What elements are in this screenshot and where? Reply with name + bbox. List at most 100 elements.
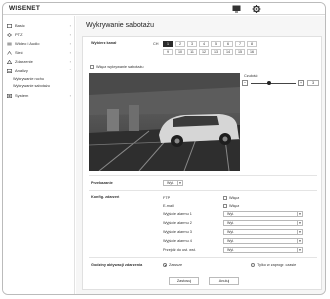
schedule-always-radio[interactable] bbox=[163, 263, 167, 267]
sidebar-item-label: System bbox=[15, 93, 29, 98]
channel-button-5[interactable]: 5 bbox=[211, 41, 221, 47]
chevron-down-icon: ▼ bbox=[177, 181, 182, 186]
duration-select[interactable]: Wył. ▼ bbox=[163, 180, 183, 186]
app-window: WISENET Basic › PTZ › Wideo i Audio › Si… bbox=[2, 2, 326, 295]
sidebar-item-event[interactable]: Zdarzenie › bbox=[7, 58, 73, 65]
goto-preset-select[interactable]: Wył. ▼ bbox=[223, 247, 303, 253]
app-logo: WISENET bbox=[9, 5, 41, 12]
settings-panel: Wybierz kanał CH 1 2 3 4 5 6 7 8 9 10 11… bbox=[82, 36, 322, 290]
duration-select-value: Wył. bbox=[167, 181, 174, 185]
chevron-down-icon: ▼ bbox=[297, 248, 302, 253]
channel-button-16[interactable]: 16 bbox=[247, 49, 257, 55]
sidebar-item-ptz[interactable]: PTZ › bbox=[7, 31, 73, 38]
channel-button-1[interactable]: 1 bbox=[163, 41, 173, 47]
monitor-icon[interactable] bbox=[232, 5, 241, 13]
channel-button-11[interactable]: 11 bbox=[187, 49, 197, 55]
sidebar-item-label: Zdarzenie bbox=[15, 59, 33, 64]
channel-label: Wybierz kanał bbox=[91, 41, 117, 45]
sidebar-subitem-motion[interactable]: Wykrywanie ruchu bbox=[13, 77, 44, 81]
top-bar: WISENET bbox=[3, 3, 325, 15]
email-enable-label: Włącz bbox=[229, 204, 240, 208]
sidebar-item-label: Sieć bbox=[15, 50, 23, 55]
alarm-output-1-value: Wył. bbox=[227, 212, 234, 216]
schedule-only-label: Tylko w zaprogr. czasie bbox=[257, 263, 297, 267]
chevron-down-icon: ▼ bbox=[297, 230, 302, 235]
goto-preset-value: Wył. bbox=[227, 248, 234, 252]
sensitivity-slider-handle[interactable] bbox=[267, 81, 271, 85]
channel-button-6[interactable]: 6 bbox=[223, 41, 233, 47]
sidebar-item-label: Wideo i Audio bbox=[15, 41, 40, 46]
cancel-button[interactable]: Anuluj bbox=[209, 277, 239, 285]
gear-icon[interactable] bbox=[252, 5, 261, 13]
alarm-output-2-label: Wyjście alarmu 2 bbox=[163, 221, 192, 225]
alarm-output-4-select[interactable]: Wył. ▼ bbox=[223, 238, 303, 244]
basic-icon bbox=[7, 23, 12, 28]
email-checkbox[interactable] bbox=[223, 204, 227, 208]
channel-button-10[interactable]: 10 bbox=[175, 49, 185, 55]
alarm-output-4-value: Wył. bbox=[227, 239, 234, 243]
chevron-down-icon: ▼ bbox=[297, 239, 302, 244]
page-title: Wykrywanie sabotażu bbox=[86, 22, 155, 29]
apply-button[interactable]: Zastosuj bbox=[169, 277, 199, 285]
channel-button-14[interactable]: 14 bbox=[223, 49, 233, 55]
chevron-right-icon: › bbox=[69, 23, 71, 28]
goto-preset-label: Przejdź do ust. wst. bbox=[163, 248, 196, 252]
alarm-output-4-label: Wyjście alarmu 4 bbox=[163, 239, 192, 243]
sensitivity-decrease-button[interactable]: − bbox=[242, 80, 248, 86]
sidebar-subitem-tampering[interactable]: Wykrywanie sabotażu bbox=[13, 84, 50, 88]
sidebar-item-label: PTZ bbox=[15, 32, 23, 37]
sidebar-item-analytics[interactable]: Analizy ˇ bbox=[7, 67, 73, 74]
alarm-output-3-select[interactable]: Wył. ▼ bbox=[223, 229, 303, 235]
sensitivity-label: Czułość bbox=[244, 74, 258, 78]
duration-label: Przekazanie bbox=[91, 181, 113, 185]
channel-button-13[interactable]: 13 bbox=[211, 49, 221, 55]
analytics-icon bbox=[7, 68, 12, 73]
channel-button-2[interactable]: 2 bbox=[175, 41, 185, 47]
divider bbox=[89, 190, 317, 191]
enable-tampering-checkbox[interactable] bbox=[90, 65, 94, 69]
alarm-output-2-value: Wył. bbox=[227, 221, 234, 225]
sidebar-item-video-audio[interactable]: Wideo i Audio › bbox=[7, 40, 73, 47]
channel-button-7[interactable]: 7 bbox=[235, 41, 245, 47]
sidebar-item-label: Basic bbox=[15, 23, 25, 28]
schedule-only-radio[interactable] bbox=[251, 263, 255, 267]
email-label: E-mail bbox=[163, 204, 174, 208]
event-icon bbox=[7, 59, 12, 64]
channel-prefix: CH bbox=[153, 42, 159, 46]
sensitivity-increase-button[interactable]: + bbox=[298, 80, 304, 86]
divider bbox=[89, 257, 317, 258]
chevron-right-icon: › bbox=[69, 59, 71, 64]
channel-button-3[interactable]: 3 bbox=[187, 41, 197, 47]
alarm-output-3-label: Wyjście alarmu 3 bbox=[163, 230, 192, 234]
sensitivity-slider-track[interactable] bbox=[251, 83, 296, 84]
chevron-down-icon: ˇ bbox=[69, 68, 71, 73]
channel-button-15[interactable]: 15 bbox=[235, 49, 245, 55]
camera-preview-image bbox=[89, 73, 240, 171]
channel-button-4[interactable]: 4 bbox=[199, 41, 209, 47]
channel-button-9[interactable]: 9 bbox=[163, 49, 173, 55]
sidebar-item-basic[interactable]: Basic › bbox=[7, 22, 73, 29]
chevron-right-icon: › bbox=[69, 41, 71, 46]
chevron-down-icon: ▼ bbox=[297, 212, 302, 217]
ftp-checkbox[interactable] bbox=[223, 196, 227, 200]
ptz-icon bbox=[7, 32, 12, 37]
chevron-right-icon: › bbox=[69, 32, 71, 37]
event-config-label: Konfig. zdarzeń bbox=[91, 195, 120, 199]
camera-preview bbox=[89, 73, 240, 171]
alarm-output-2-select[interactable]: Wył. ▼ bbox=[223, 220, 303, 226]
ftp-enable-label: Włącz bbox=[229, 196, 240, 200]
channel-button-8[interactable]: 8 bbox=[247, 41, 257, 47]
channel-button-12[interactable]: 12 bbox=[199, 49, 209, 55]
chevron-right-icon: › bbox=[69, 93, 71, 98]
schedule-label: Godziny aktywacji zdarzenia bbox=[91, 263, 143, 267]
sidebar: Basic › PTZ › Wideo i Audio › Sieć › Zda… bbox=[3, 16, 75, 294]
alarm-output-1-select[interactable]: Wył. ▼ bbox=[223, 211, 303, 217]
chevron-right-icon: › bbox=[69, 50, 71, 55]
schedule-always-label: Zawsze bbox=[169, 263, 183, 267]
network-icon bbox=[7, 50, 12, 55]
sensitivity-value[interactable]: 3 bbox=[307, 80, 319, 86]
sidebar-item-system[interactable]: System › bbox=[7, 92, 73, 99]
sidebar-item-network[interactable]: Sieć › bbox=[7, 49, 73, 56]
system-icon bbox=[7, 93, 12, 98]
sidebar-item-label: Analizy bbox=[15, 68, 28, 73]
